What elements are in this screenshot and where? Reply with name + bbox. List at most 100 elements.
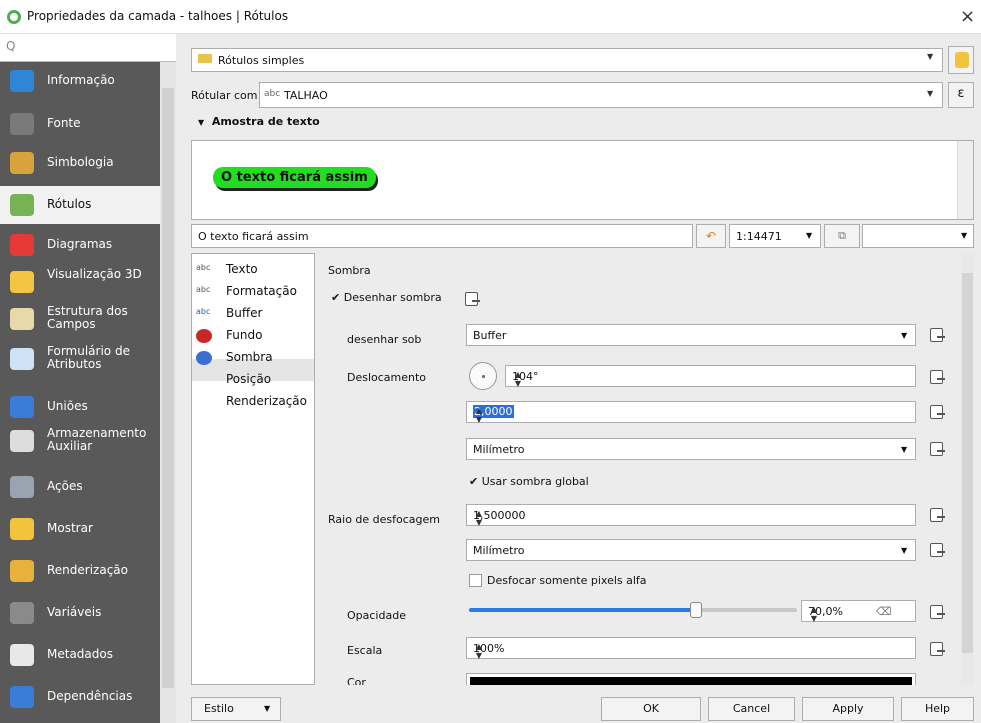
opacity-input[interactable]: 70,0% ⌫ ▲ ▼ <box>801 600 916 625</box>
spin-arrows-icon[interactable]: ▲ ▼ <box>473 509 485 529</box>
sidebar: Q Informação Fonte Simbologia Rótulos Diagra… <box>0 34 176 723</box>
angle-dial[interactable] <box>469 362 497 390</box>
style-menu-button[interactable] <box>948 46 974 74</box>
diagrams-icon <box>10 234 34 256</box>
spin-arrows-icon[interactable]: ▲ ▼ <box>473 642 485 662</box>
sidebar-item[interactable]: Renderização <box>0 552 160 590</box>
metadata-icon <box>10 644 34 666</box>
dial-center-icon <box>482 375 485 378</box>
sidebar-item[interactable]: Ações <box>0 468 160 506</box>
expression-button[interactable]: ε <box>948 82 974 108</box>
shadow-color-button[interactable] <box>466 673 916 685</box>
sidebar-item[interactable]: Mostrar <box>0 510 160 548</box>
chevron-down-icon: ▼ <box>927 52 934 61</box>
qgis-logo-icon <box>7 10 21 24</box>
sample-text-input[interactable]: O texto ficará assim <box>191 224 693 248</box>
map-scale-button[interactable]: ⧉ <box>824 224 860 248</box>
shadow-scale-input[interactable]: 100% ▲ ▼ <box>466 637 916 662</box>
offset-distance-input[interactable]: 2,0000 ▲ ▼ <box>466 401 916 426</box>
sidebar-item[interactable]: Estrutura dos Campos <box>0 300 160 338</box>
reset-sample-button[interactable]: ↶ <box>696 224 726 248</box>
check-icon: ✔ <box>469 475 479 488</box>
close-icon[interactable]: × <box>960 6 975 27</box>
rendering-icon <box>196 395 212 409</box>
sidebar-item[interactable]: Informação <box>0 62 160 100</box>
chevron-down-icon: ▼ <box>961 231 968 240</box>
sidebar-item[interactable]: Variáveis <box>0 594 160 632</box>
offset-unit-select[interactable]: Milímetro ▼ <box>466 438 916 460</box>
preview-text: O texto ficará assim <box>213 167 376 188</box>
style-button[interactable]: Estilo ▼ <box>191 697 281 721</box>
draw-shadow-checkbox[interactable]: ✔ Desenhar sombra <box>331 291 442 304</box>
opacity-slider-handle[interactable] <box>690 602 703 618</box>
tree-item-label: Texto <box>226 262 258 276</box>
offset-angle-input[interactable]: 104° ▲ ▼ <box>505 365 916 390</box>
help-button[interactable]: Help <box>901 697 974 721</box>
preview-scrollbar[interactable] <box>957 141 973 219</box>
blur-unit-select[interactable]: Milímetro ▼ <box>466 539 916 561</box>
sidebar-item-label: Metadados <box>47 647 113 661</box>
label-field-value: TALHAO <box>284 89 328 102</box>
sidebar-item[interactable]: Rótulos <box>0 186 160 224</box>
scrollbar-thumb[interactable] <box>162 88 174 688</box>
sidebar-item[interactable]: Formulário de Atributos <box>0 340 160 378</box>
blur-label: Raio de desfocagem <box>328 513 441 526</box>
global-shadow-checkbox[interactable]: ✔ Usar sombra global <box>469 475 589 488</box>
data-defined-override-icon[interactable] <box>927 638 949 658</box>
data-defined-override-icon[interactable] <box>927 601 949 621</box>
offset-label: Deslocamento <box>347 371 427 384</box>
sidebar-item[interactable]: Dependências <box>0 678 160 716</box>
label-mode-select[interactable]: Rótulos simples ▼ <box>191 48 943 72</box>
joins-icon <box>10 396 34 418</box>
sidebar-scrollbar[interactable] <box>160 62 176 723</box>
fields-icon <box>10 308 34 330</box>
sidebar-item[interactable]: Armazenamento Auxiliar <box>0 422 160 460</box>
blur-radius-input[interactable]: 1,500000 ▲ ▼ <box>466 504 916 529</box>
text-icon: abc <box>196 263 211 272</box>
draw-under-select[interactable]: Buffer ▼ <box>466 324 916 346</box>
scale-select[interactable]: 1:14471 ▼ <box>729 224 821 248</box>
sidebar-item[interactable]: Diagramas <box>0 226 160 264</box>
sidebar-item-label: Estrutura dos Campos <box>47 304 128 331</box>
form-icon <box>10 348 34 370</box>
clear-icon[interactable]: ⌫ <box>876 605 892 618</box>
sidebar-search-input[interactable]: Q <box>0 34 176 62</box>
sidebar-item[interactable]: Simbologia <box>0 144 160 182</box>
sidebar-item-label: Mostrar <box>47 521 93 535</box>
data-defined-override-icon[interactable] <box>927 366 949 386</box>
data-defined-override-icon[interactable] <box>927 438 949 458</box>
label-field-select[interactable]: abc TALHAO ▼ <box>259 82 943 108</box>
sidebar-item[interactable]: Uniões <box>0 388 160 426</box>
spin-arrows-icon[interactable]: ▲ ▼ <box>473 406 485 426</box>
scale-value: 1:14471 <box>736 230 782 243</box>
panel-scrollbar[interactable] <box>961 253 974 685</box>
symbology-icon <box>10 152 34 174</box>
scrollbar-thumb[interactable] <box>962 273 973 653</box>
actions-icon <box>10 476 34 498</box>
data-defined-override-icon[interactable] <box>462 288 484 308</box>
sample-header[interactable]: ▼ Amostra de texto <box>198 115 320 128</box>
opacity-slider[interactable] <box>469 602 797 618</box>
sidebar-item-label: Renderização <box>47 563 128 577</box>
check-icon: ✔ <box>331 291 341 304</box>
data-defined-override-icon[interactable] <box>927 324 949 344</box>
sidebar-item[interactable]: Fonte <box>0 105 160 143</box>
background-color-select[interactable]: ▼ <box>862 224 974 248</box>
spin-arrows-icon[interactable]: ▲ ▼ <box>512 370 524 390</box>
data-defined-override-icon[interactable] <box>927 504 949 524</box>
blur-alpha-checkbox[interactable] <box>469 574 482 587</box>
draw-shadow-label: Desenhar sombra <box>343 291 442 304</box>
sidebar-item[interactable]: Metadados <box>0 636 160 674</box>
apply-button[interactable]: Apply <box>802 697 894 721</box>
spin-arrows-icon[interactable]: ▲ ▼ <box>808 605 820 625</box>
sidebar-item[interactable]: Visualização 3D <box>0 263 160 301</box>
sidebar-item-label: Simbologia <box>47 155 114 169</box>
chevron-down-icon: ▼ <box>901 445 908 454</box>
offset-unit-value: Milímetro <box>473 443 525 456</box>
data-defined-override-icon[interactable] <box>927 539 949 559</box>
ok-button[interactable]: OK <box>601 697 701 721</box>
sidebar-item-label: Rótulos <box>47 197 92 211</box>
cancel-button[interactable]: Cancel <box>708 697 795 721</box>
chevron-down-icon: ▼ <box>806 231 813 240</box>
data-defined-override-icon[interactable] <box>927 401 949 421</box>
